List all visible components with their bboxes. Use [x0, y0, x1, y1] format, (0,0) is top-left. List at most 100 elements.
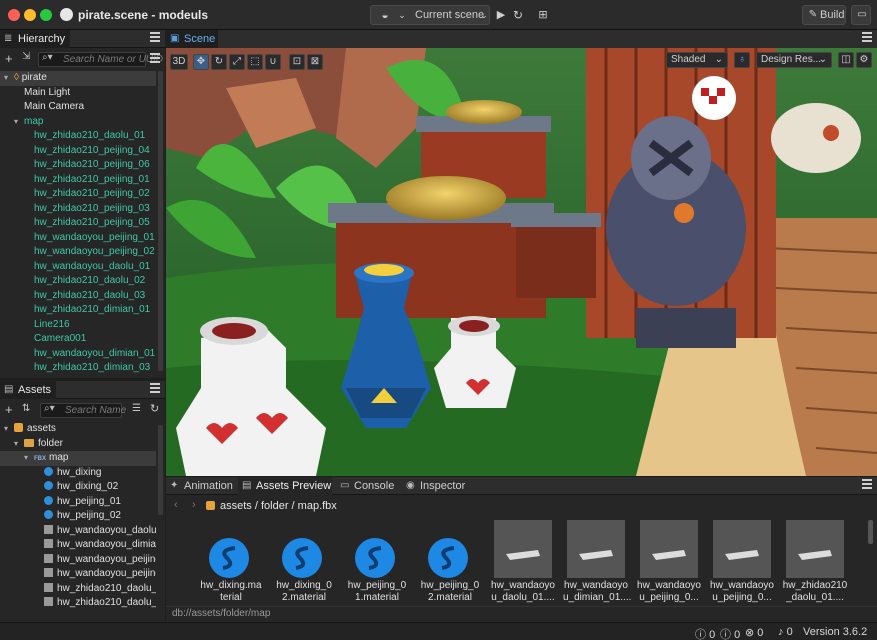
hierarchy-node[interactable]: Line216: [0, 318, 156, 333]
asset-item[interactable]: ▾ FBX map: [0, 451, 156, 466]
hierarchy-node[interactable]: hw_zhidao210_daolu_03: [0, 289, 156, 304]
refresh-icon[interactable]: ↻: [150, 402, 159, 415]
asset-item[interactable]: ▾ folder: [0, 437, 156, 452]
hierarchy-node[interactable]: ▾ map: [0, 115, 156, 130]
hierarchy-search-input[interactable]: ⌕▾ Search Name or UUID: [38, 52, 163, 67]
camera-button[interactable]: ◫: [838, 52, 854, 68]
asset-item[interactable]: hw_zhidao210_daolu_01: [0, 582, 156, 597]
warning-counter[interactable]: ⓘ 0: [720, 626, 740, 640]
hierarchy-scrollbar[interactable]: [158, 71, 163, 371]
tab-scene[interactable]: ▣ Scene: [166, 30, 218, 48]
scene-select[interactable]: ◒ ⌄ Current scene ⌄: [370, 5, 490, 25]
asset-tile[interactable]: hw_dixing.ma terial: [198, 520, 264, 604]
tab-animation[interactable]: ✦ Animation: [166, 477, 236, 495]
add-node-button[interactable]: +: [5, 51, 13, 66]
breadcrumb-item[interactable]: folder: [261, 500, 289, 512]
hierarchy-list-menu-icon[interactable]: [150, 53, 160, 65]
asset-tile[interactable]: hw_peijing_0 2.material: [417, 520, 483, 604]
assets-search-input[interactable]: ⌕▾ Search Name: [40, 403, 126, 418]
expand-arrow-icon[interactable]: ▾: [4, 71, 14, 86]
3d-toggle-button[interactable]: 3D: [170, 54, 188, 70]
layout-icon[interactable]: ⊞: [536, 5, 550, 25]
hierarchy-node[interactable]: hw_zhidao210_daolu_01: [0, 129, 156, 144]
asset-item[interactable]: hw_wandaoyou_peijing_01: [0, 553, 156, 568]
asset-tile[interactable]: hw_wandaoyo u_daolu_01....: [490, 520, 556, 604]
rect-tool-button[interactable]: ⬚: [247, 54, 263, 70]
move-tool-button[interactable]: ✥: [193, 54, 209, 70]
refresh-button[interactable]: ↻: [511, 5, 525, 25]
asset-item[interactable]: hw_wandaoyou_dimian_01: [0, 538, 156, 553]
expand-arrow-icon[interactable]: ▾: [24, 451, 34, 466]
expand-arrow-icon[interactable]: ▾: [14, 437, 24, 452]
hierarchy-node[interactable]: hw_zhidao210_peijing_02: [0, 187, 156, 202]
add-asset-button[interactable]: +: [5, 402, 13, 417]
hierarchy-node[interactable]: hw_zhidao210_peijing_03: [0, 202, 156, 217]
hierarchy-node[interactable]: hw_zhidao210_peijing_04: [0, 144, 156, 159]
hierarchy-node[interactable]: hw_wandaoyou_peijing_02: [0, 245, 156, 260]
preview-scrollbar[interactable]: [868, 520, 873, 544]
scale-tool-button[interactable]: ⤢: [229, 54, 245, 70]
snap-tool-button[interactable]: ∪: [265, 54, 281, 70]
asset-item[interactable]: hw_dixing_02: [0, 480, 156, 495]
tab-assets-preview[interactable]: ▤ Assets Preview: [238, 477, 332, 495]
asset-item[interactable]: ▾ assets: [0, 422, 156, 437]
asset-item[interactable]: hw_wandaoyou_daolu_01: [0, 524, 156, 539]
hierarchy-node[interactable]: hw_wandaoyou_peijing_01: [0, 231, 156, 246]
scene-menu-icon[interactable]: [862, 32, 872, 44]
hierarchy-node[interactable]: hw_zhidao210_daolu_02: [0, 274, 156, 289]
asset-tile[interactable]: hw_peijing_0 1.material: [344, 520, 410, 604]
close-window-button[interactable]: [8, 9, 20, 21]
hierarchy-node[interactable]: hw_wandaoyou_daolu_01: [0, 260, 156, 275]
collapse-icon[interactable]: ⇲: [22, 51, 30, 62]
scene-settings-button[interactable]: ⚙: [856, 52, 872, 68]
back-arrow-icon[interactable]: ‹: [174, 499, 178, 511]
play-button[interactable]: ▶: [494, 5, 508, 25]
breadcrumb-item[interactable]: assets: [220, 500, 252, 512]
asset-tile[interactable]: hw_zhidao210 _daolu_01....: [782, 520, 848, 604]
expand-arrow-icon[interactable]: ▾: [4, 422, 14, 437]
hierarchy-node[interactable]: hw_wandaoyou_dimian_01: [0, 347, 156, 362]
hierarchy-node[interactable]: Main Light: [0, 86, 156, 101]
hierarchy-node[interactable]: ▾ ◊ pirate: [0, 71, 156, 86]
asset-tile[interactable]: hw_wandaoyo u_dimian_01....: [563, 520, 631, 604]
asset-item[interactable]: hw_peijing_01: [0, 495, 156, 510]
asset-tile[interactable]: hw_dixing_0 2.material: [271, 520, 337, 604]
forward-arrow-icon[interactable]: ›: [192, 499, 196, 511]
asset-tile[interactable]: hw_wandaoyo u_peijing_0...: [709, 520, 775, 604]
asset-item[interactable]: hw_peijing_02: [0, 509, 156, 524]
maximize-window-button[interactable]: [40, 9, 52, 21]
hierarchy-node[interactable]: hw_zhidao210_peijing_01: [0, 173, 156, 188]
list-view-icon[interactable]: ☰: [132, 403, 141, 414]
hierarchy-node[interactable]: Main Camera: [0, 100, 156, 115]
asset-item[interactable]: hw_dixing: [0, 466, 156, 481]
asset-item[interactable]: hw_zhidao210_daolu_02: [0, 596, 156, 611]
pivot-button[interactable]: ⊡: [289, 54, 305, 70]
open-folder-button[interactable]: ▭: [851, 5, 871, 25]
lighting-toggle[interactable]: ♁: [734, 52, 750, 68]
rotate-tool-button[interactable]: ↻: [211, 54, 227, 70]
scene-viewport[interactable]: 3D ✥ ↻ ⤢ ⬚ ∪ ⊡ ⊠ Shaded ⌄ ♁ Design Res..…: [166, 48, 877, 476]
hierarchy-menu-icon[interactable]: [150, 32, 160, 44]
minimize-window-button[interactable]: [24, 9, 36, 21]
tab-console[interactable]: ▭ Console: [336, 477, 396, 495]
hierarchy-node[interactable]: hw_zhidao210_peijing_05: [0, 216, 156, 231]
tab-inspector[interactable]: ◉ Inspector: [402, 477, 472, 495]
tab-assets[interactable]: ▤ Assets: [0, 381, 56, 399]
hierarchy-node[interactable]: hw_zhidao210_dimian_03: [0, 361, 156, 376]
assets-scrollbar[interactable]: [158, 425, 163, 515]
local-global-button[interactable]: ⊠: [307, 54, 323, 70]
design-resolution-select[interactable]: Design Res... ⌄: [756, 52, 832, 68]
asset-item[interactable]: hw_wandaoyou_peijing_02: [0, 567, 156, 582]
hierarchy-node[interactable]: Camera001: [0, 332, 156, 347]
hierarchy-node[interactable]: hw_zhidao210_dimian_01: [0, 303, 156, 318]
sort-icon[interactable]: ⇅: [22, 403, 30, 414]
assets-menu-icon[interactable]: [150, 383, 160, 395]
notification-counter[interactable]: ♪ 0: [778, 626, 793, 638]
bottom-menu-icon[interactable]: [862, 479, 872, 491]
asset-tile[interactable]: hw_wandaoyo u_peijing_0...: [636, 520, 702, 604]
build-button[interactable]: ✎ Build: [802, 5, 846, 25]
expand-arrow-icon[interactable]: ▾: [14, 115, 24, 130]
info-counter[interactable]: ⓘ 0: [695, 626, 715, 640]
breadcrumb-item[interactable]: map.fbx: [298, 500, 337, 512]
hierarchy-node[interactable]: hw_zhidao210_peijing_06: [0, 158, 156, 173]
